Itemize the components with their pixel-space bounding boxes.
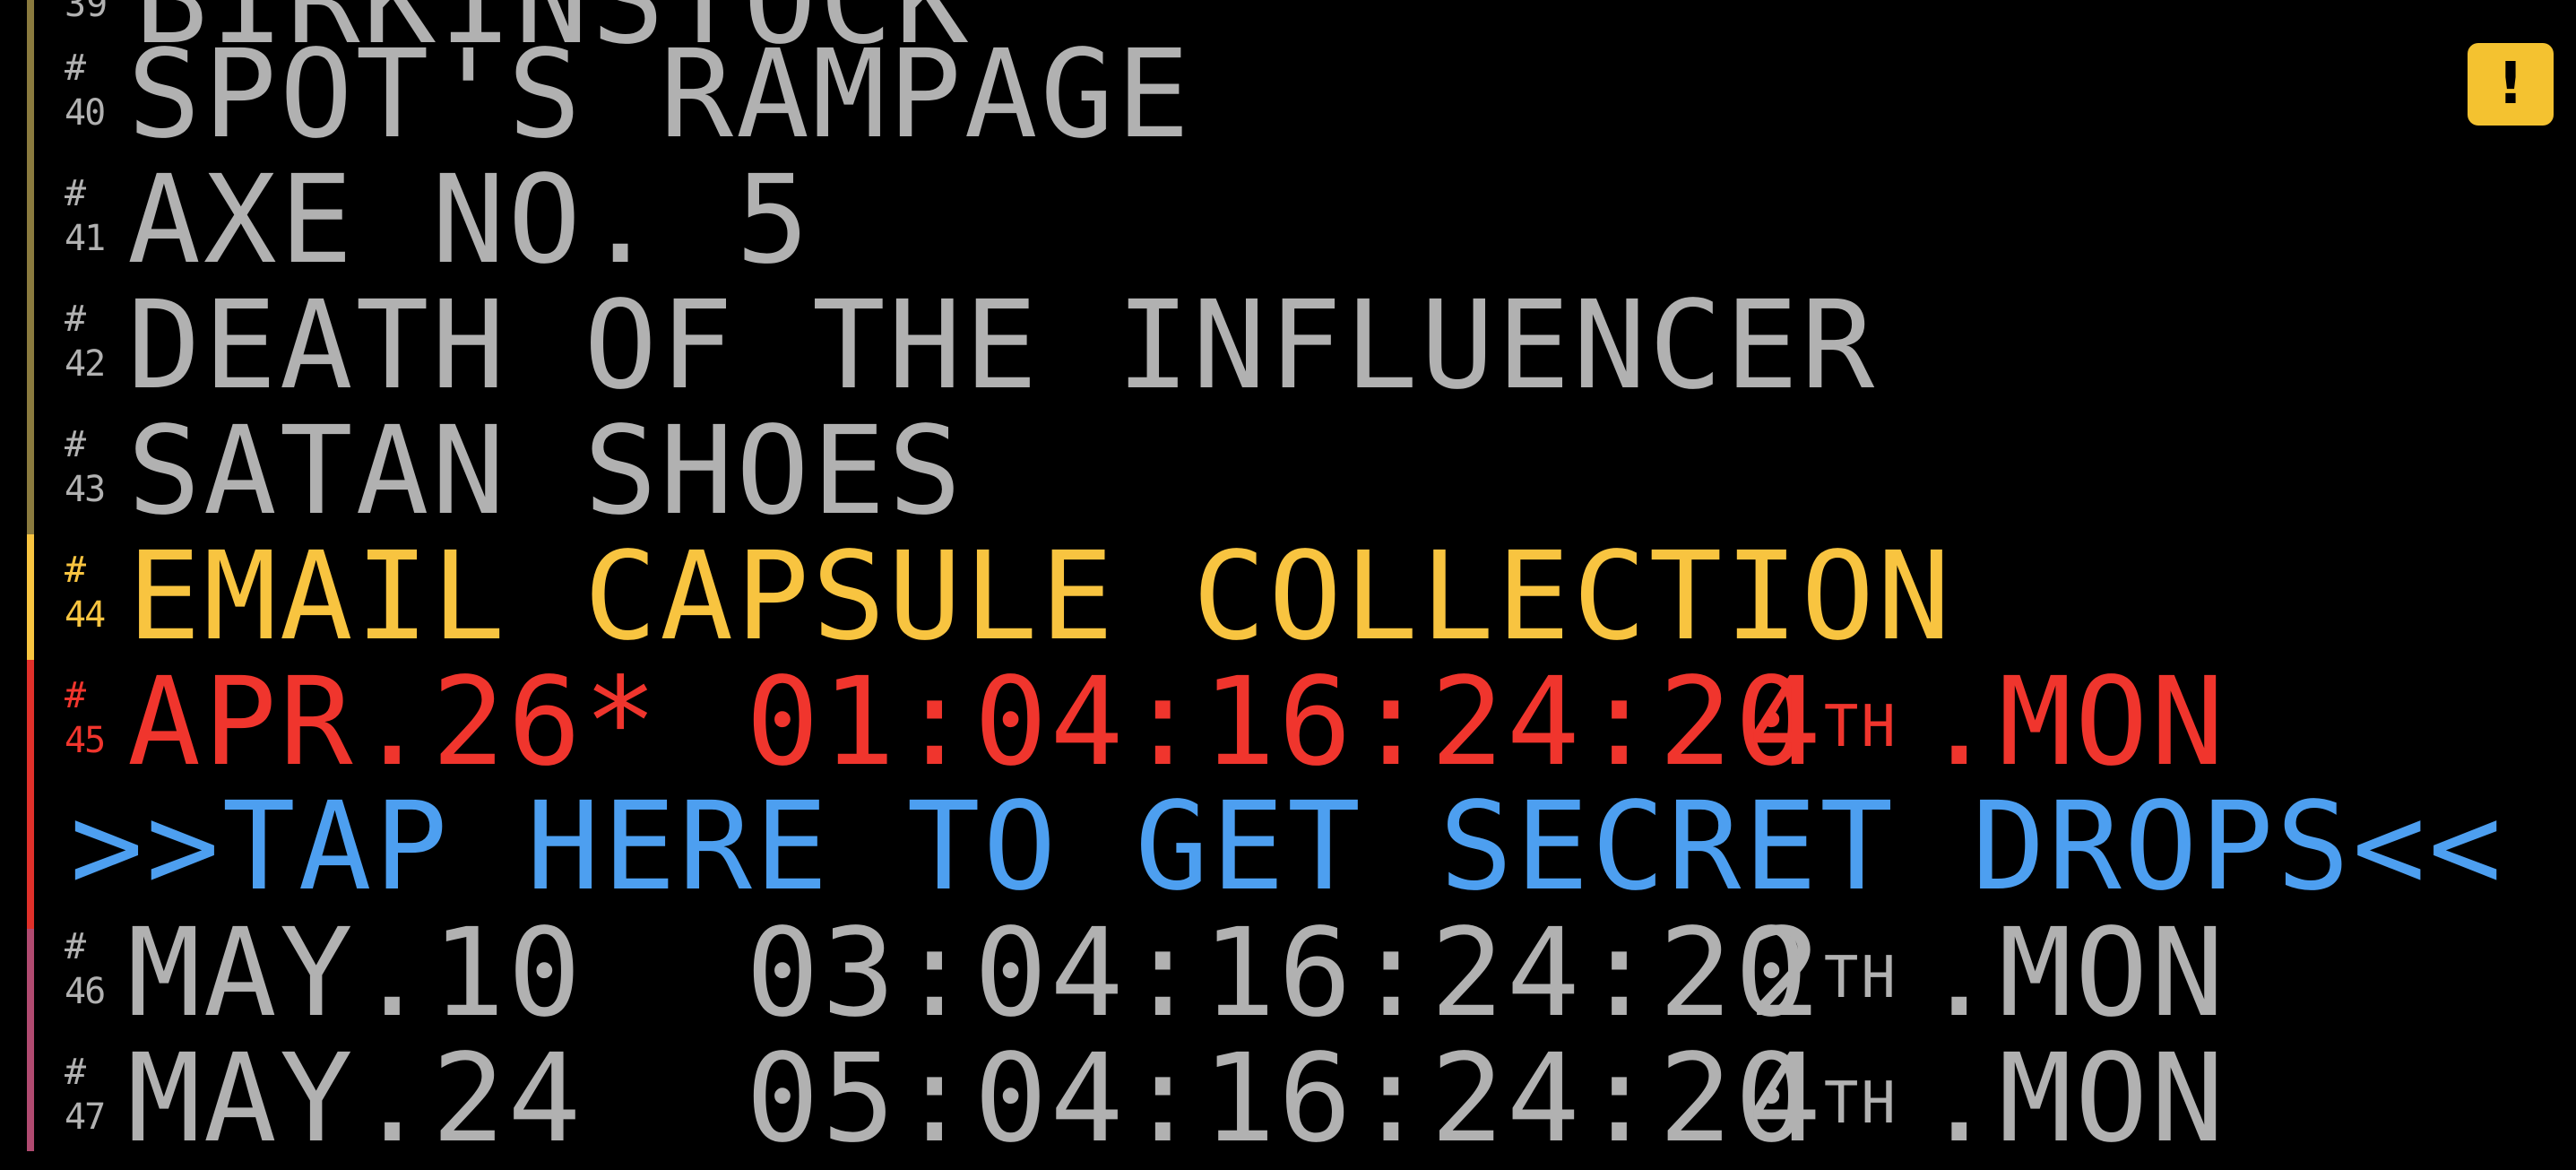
alert-button[interactable]: !	[2468, 43, 2554, 126]
item-title: EMAIL CAPSULE COLLECTION	[127, 526, 1954, 668]
upcoming-drop-row[interactable]: # 47 MAY.24 05:04:16:24:20 4 TH .MON	[65, 1036, 2503, 1162]
side-bar-yellow	[27, 534, 34, 660]
drop-date: MAY.10	[127, 903, 584, 1044]
item-title: DEATH OF THE INFLUENCER	[127, 275, 1878, 417]
hash-mark: #	[65, 299, 87, 340]
side-bar-red	[27, 660, 34, 929]
item-title: SATAN SHOES	[127, 401, 964, 542]
hash-mark: #	[65, 48, 87, 89]
item-index: 44	[65, 594, 106, 636]
exclamation-icon: !	[2497, 51, 2524, 117]
hash-mark: #	[65, 926, 87, 967]
list-item[interactable]: # 41 AXE NO. 5	[65, 158, 812, 283]
drop-week-number: 4	[1748, 652, 1824, 793]
drop-date: MAY.24	[127, 1028, 584, 1170]
list-item[interactable]: # 44 EMAIL CAPSULE COLLECTION	[65, 534, 1953, 660]
drop-date: APR.26*	[127, 652, 661, 793]
item-index: 43	[65, 469, 106, 510]
item-title: SPOT'S RAMPAGE	[127, 24, 1193, 166]
hash-mark: #	[65, 173, 87, 214]
hash-mark: #	[65, 550, 87, 591]
list-item[interactable]: # 40 SPOT'S RAMPAGE	[65, 32, 1192, 158]
side-bar-pink	[27, 929, 34, 1151]
upcoming-drop-row[interactable]: # 45 APR.26* 01:04:16:24:20 4 TH .MON	[65, 660, 2503, 785]
list-item[interactable]: # 42 DEATH OF THE INFLUENCER	[65, 283, 1877, 409]
drop-day: .MON	[1922, 652, 2227, 793]
hash-mark: #	[65, 424, 87, 465]
item-index: 41	[65, 218, 106, 259]
item-index: 47	[65, 1096, 106, 1138]
drop-week-number: 2	[1748, 903, 1824, 1044]
item-index: 46	[65, 971, 106, 1012]
secret-drops-link[interactable]: >>TAP HERE TO GET SECRET DROPS<<	[70, 776, 2504, 918]
drop-day: .MON	[1922, 903, 2227, 1044]
upcoming-drop-row[interactable]: # 46 MAY.10 03:04:16:24:20 2 TH .MON	[65, 911, 2503, 1036]
item-index: 45	[65, 720, 106, 761]
drop-countdown: 03:04:16:24:20	[746, 903, 1811, 1044]
item-index: 40	[65, 92, 106, 134]
drop-week-number: 4	[1748, 1028, 1824, 1170]
item-index: 42	[65, 343, 106, 385]
hash-mark: #	[65, 1052, 87, 1093]
list-item[interactable]: # 43 SATAN SHOES	[65, 409, 964, 534]
side-bar-grey	[27, 0, 34, 534]
drop-countdown: 05:04:16:24:20	[746, 1028, 1811, 1170]
item-title: AXE NO. 5	[127, 150, 812, 291]
top-partial-index: 39	[65, 0, 108, 25]
hash-mark: #	[65, 675, 87, 716]
drop-day: .MON	[1922, 1028, 2227, 1170]
drop-countdown: 01:04:16:24:20	[746, 652, 1811, 793]
